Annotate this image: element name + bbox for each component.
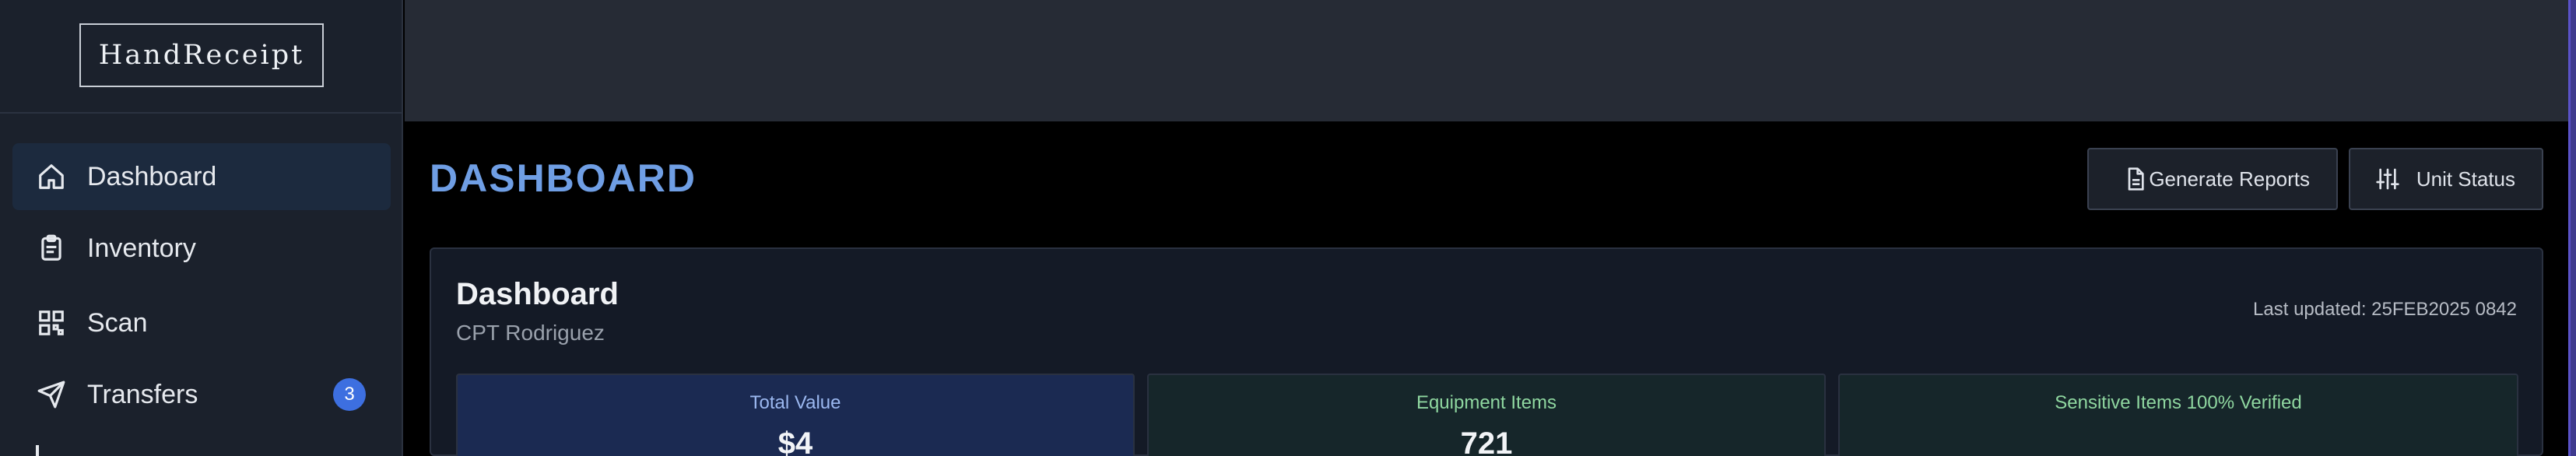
sidebar-item-scan[interactable]: Scan bbox=[12, 289, 391, 356]
stat-label: Equipment Items bbox=[1416, 392, 1557, 413]
home-icon bbox=[36, 161, 67, 192]
logo-area: HandReceipt bbox=[0, 0, 402, 114]
stat-value: 721 bbox=[1460, 426, 1513, 456]
top-header-bar bbox=[405, 0, 2568, 121]
sidebar-item-label: Transfers bbox=[87, 379, 198, 409]
sliders-icon bbox=[2374, 165, 2402, 193]
sidebar-item-label: Scan bbox=[87, 307, 148, 338]
qr-code-icon bbox=[36, 307, 67, 338]
generate-reports-button[interactable]: Generate Reports bbox=[2087, 148, 2338, 210]
generate-reports-label: Generate Reports bbox=[2149, 167, 2310, 191]
stat-label: Sensitive Items 100% Verified bbox=[2055, 392, 2302, 413]
transfers-count-badge: 3 bbox=[333, 378, 366, 411]
unit-status-button[interactable]: Unit Status bbox=[2349, 148, 2543, 210]
sidebar-item-label: Dashboard bbox=[87, 161, 217, 191]
stat-equipment-items[interactable]: Equipment Items 721 bbox=[1147, 374, 1826, 456]
user-name: CPT Rodriguez bbox=[456, 321, 605, 345]
last-updated-timestamp: Last updated: 25FEB2025 0842 bbox=[2253, 299, 2517, 320]
page-title: DASHBOARD bbox=[430, 156, 697, 200]
sidebar-item-partial-icon bbox=[36, 445, 39, 456]
document-icon bbox=[2122, 165, 2150, 193]
sidebar-item-inventory[interactable]: Inventory bbox=[12, 215, 391, 282]
stat-value: $4 bbox=[777, 426, 813, 456]
send-icon bbox=[36, 379, 67, 410]
sidebar-item-label: Inventory bbox=[87, 233, 196, 263]
unit-status-label: Unit Status bbox=[2416, 167, 2515, 191]
app-root: HandReceipt Dashboard Inventory Scan Tra bbox=[0, 0, 2576, 456]
clipboard-icon bbox=[36, 233, 67, 264]
scrollbar-track[interactable] bbox=[2568, 0, 2571, 456]
stat-label: Total Value bbox=[749, 392, 841, 413]
sidebar-item-dashboard[interactable]: Dashboard bbox=[12, 143, 391, 210]
stat-total-value[interactable]: Total Value $4 bbox=[456, 374, 1135, 456]
stat-sensitive-items[interactable]: Sensitive Items 100% Verified bbox=[1838, 374, 2518, 456]
sidebar: HandReceipt Dashboard Inventory Scan Tra bbox=[0, 0, 403, 456]
card-title: Dashboard bbox=[456, 277, 619, 311]
sidebar-item-transfers[interactable]: Transfers 3 bbox=[12, 361, 391, 428]
app-logo[interactable]: HandReceipt bbox=[79, 23, 324, 87]
dashboard-card: Dashboard CPT Rodriguez Last updated: 25… bbox=[430, 247, 2543, 456]
